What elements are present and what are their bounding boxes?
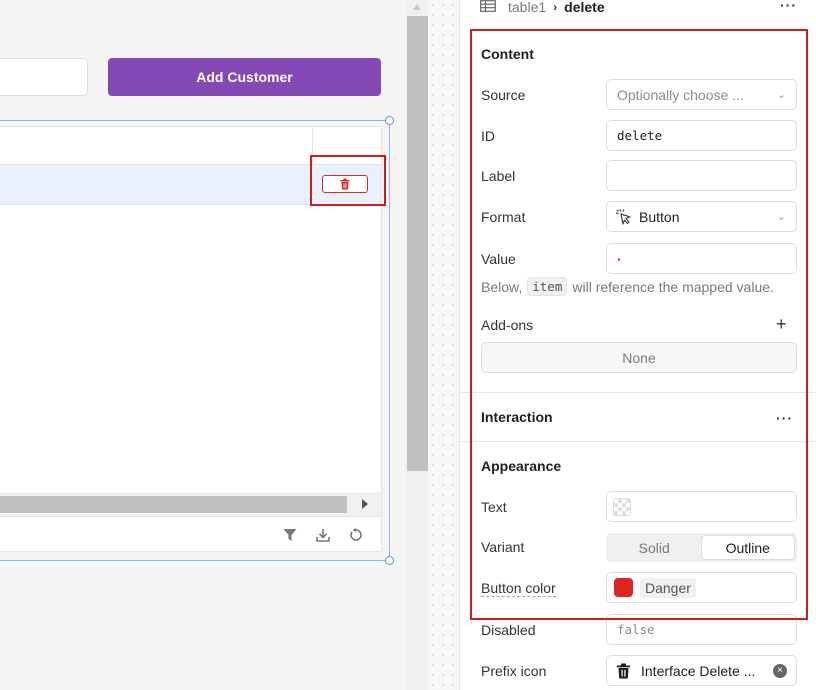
scroll-up-icon[interactable] [413, 4, 421, 10]
disabled-value: false [617, 622, 655, 637]
breadcrumb-parent[interactable]: table1 [508, 0, 546, 15]
resize-handle-top-right[interactable] [385, 116, 394, 125]
highlight-inspector-section [470, 29, 808, 620]
highlight-delete-button [310, 155, 386, 206]
horizontal-scrollbar[interactable] [0, 492, 381, 516]
disabled-label: Disabled [481, 622, 536, 638]
canvas-vertical-scrollbar[interactable] [405, 0, 428, 690]
download-icon[interactable] [315, 527, 331, 543]
chevron-right-icon: › [553, 0, 558, 14]
prefix-icon-select[interactable]: Interface Delete ... × [606, 655, 797, 686]
table-toolbar [0, 516, 381, 551]
filter-icon[interactable] [282, 527, 298, 543]
more-options-icon[interactable]: ··· [780, 0, 797, 12]
table-icon [480, 0, 496, 12]
search-input[interactable] [0, 58, 88, 96]
resize-handle-bottom-right[interactable] [385, 556, 394, 565]
canvas: Add Customer [0, 0, 405, 690]
breadcrumb-current: delete [564, 0, 605, 15]
breadcrumb: table1 › delete [480, 0, 605, 15]
trash-icon [617, 663, 630, 678]
clear-icon[interactable]: × [773, 664, 787, 678]
prefix-icon-label: Prefix icon [481, 663, 547, 679]
scrollbar-thumb[interactable] [0, 496, 347, 513]
scroll-right-icon[interactable] [362, 499, 368, 509]
refresh-icon[interactable] [348, 527, 364, 543]
prefix-icon-value: Interface Delete ... [641, 662, 756, 679]
add-customer-button[interactable]: Add Customer [108, 58, 381, 96]
panel-gutter [428, 0, 460, 690]
scrollbar-thumb[interactable] [407, 16, 428, 471]
